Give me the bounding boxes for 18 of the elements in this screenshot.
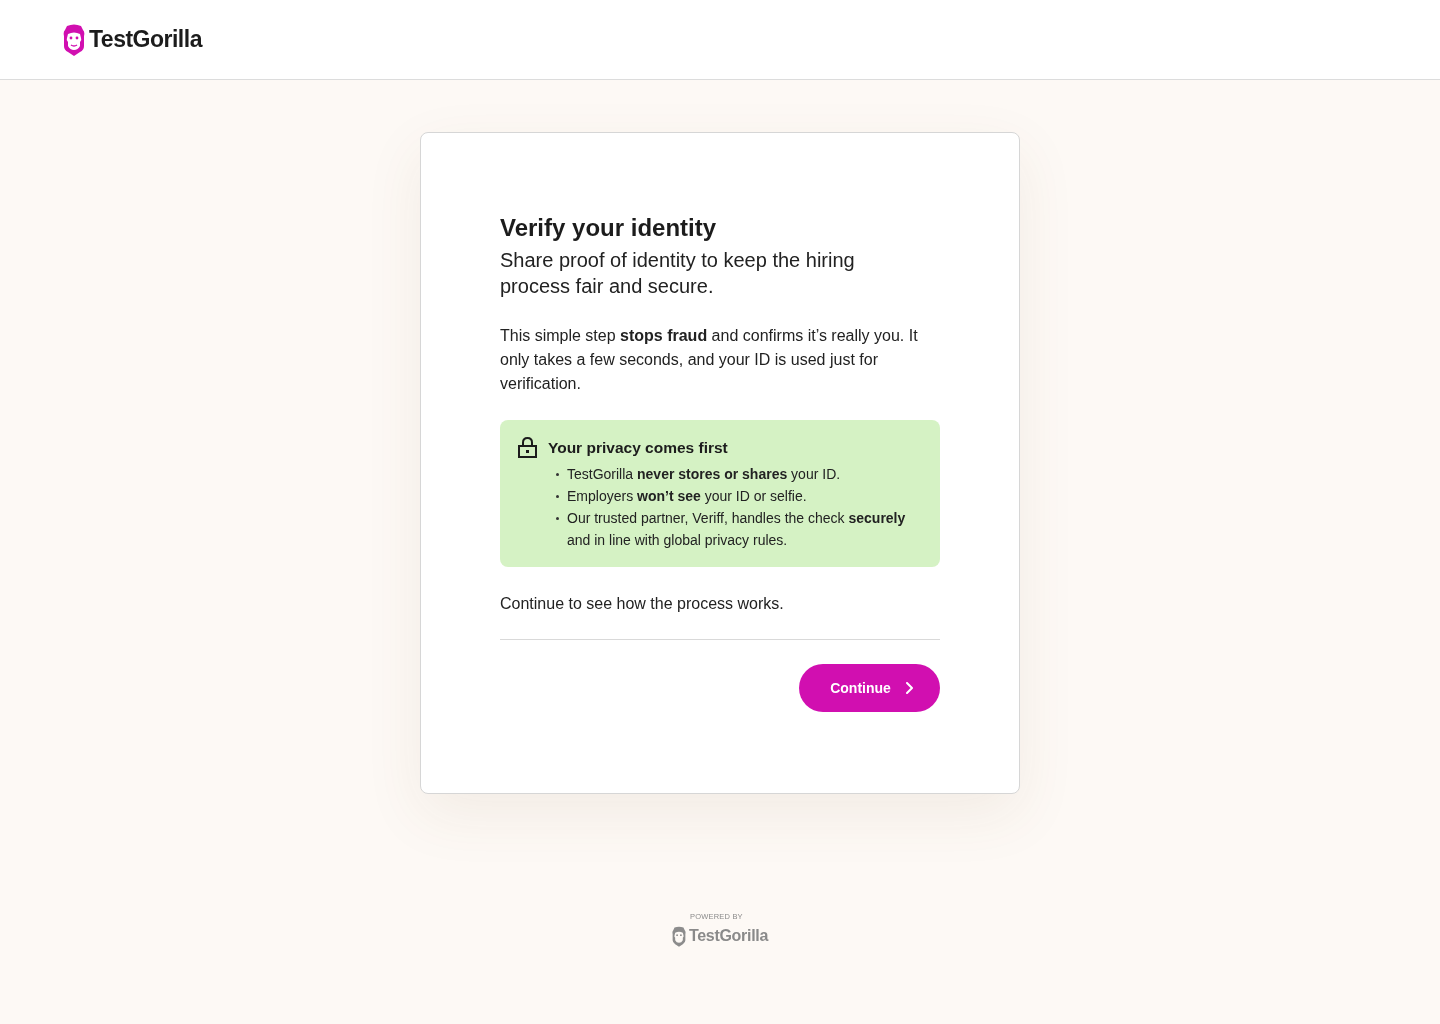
gorilla-logo-icon xyxy=(671,925,686,947)
card-description: This simple step stops fraud and confirms it’s really you. It only takes a few seconds, and your ID is used just for verification. xyxy=(500,326,919,394)
privacy-point: Employers won’t see your ID or selfie. xyxy=(567,487,807,506)
bullet-icon xyxy=(556,473,559,476)
padlock-icon xyxy=(518,437,537,458)
privacy-point: TestGorilla never stores or shares your ID. xyxy=(567,465,841,484)
logo-wordmark: TestGorilla xyxy=(89,25,202,55)
privacy-heading: Your privacy comes first xyxy=(548,437,728,458)
logo-wordmark: TestGorilla xyxy=(688,926,769,946)
continue-prompt: Continue to see how the process works. xyxy=(500,594,785,614)
privacy-point: Our trusted partner, Veriff, handles the check securely and in line with global privacy rules. xyxy=(567,509,907,550)
bullet-icon xyxy=(556,495,559,498)
chevron-right-icon xyxy=(905,682,913,694)
continue-button[interactable]: Continue xyxy=(799,664,940,712)
bullet-icon xyxy=(556,517,559,520)
card-title: Verify your identity xyxy=(500,213,718,243)
gorilla-logo-icon xyxy=(63,23,85,56)
card-subtitle: Share proof of identity to keep the hiring process fair and secure. xyxy=(500,248,856,299)
